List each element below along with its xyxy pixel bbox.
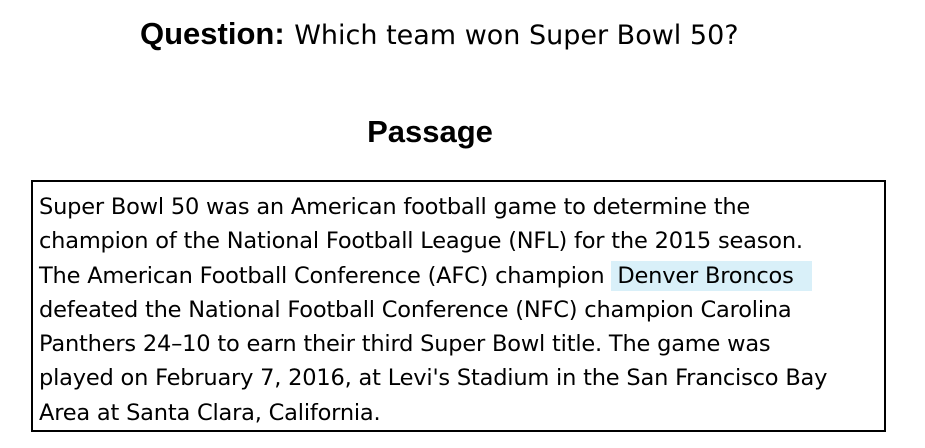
answer-highlight: Denver Broncos [611, 260, 812, 291]
passage-line-3: The American Football Conference (AFC) c… [39, 259, 878, 293]
question-line: Question: Which team won Super Bowl 50? [140, 14, 739, 56]
passage-line-4: defeated the National Football Conferenc… [39, 296, 792, 323]
passage-line-6: played on February 7, 2016, at Levi's St… [39, 365, 828, 392]
question-text: Which team won Super Bowl 50? [294, 20, 739, 51]
passage-line-3-text: The American Football Conference (AFC) c… [39, 262, 605, 289]
passage-line-2: champion of the National Football League… [39, 228, 803, 255]
passage-line-7: Area at Santa Clara, California. [39, 399, 381, 426]
passage-title: Passage [367, 114, 493, 149]
passage-line-5: Panthers 24–10 to earn their third Super… [39, 331, 771, 358]
passage-box: Super Bowl 50 was an American football g… [31, 180, 886, 432]
question-label: Question: [140, 16, 285, 51]
passage-line-1: Super Bowl 50 was an American football g… [39, 194, 751, 220]
passage-text: Super Bowl 50 was an American football g… [39, 190, 878, 430]
